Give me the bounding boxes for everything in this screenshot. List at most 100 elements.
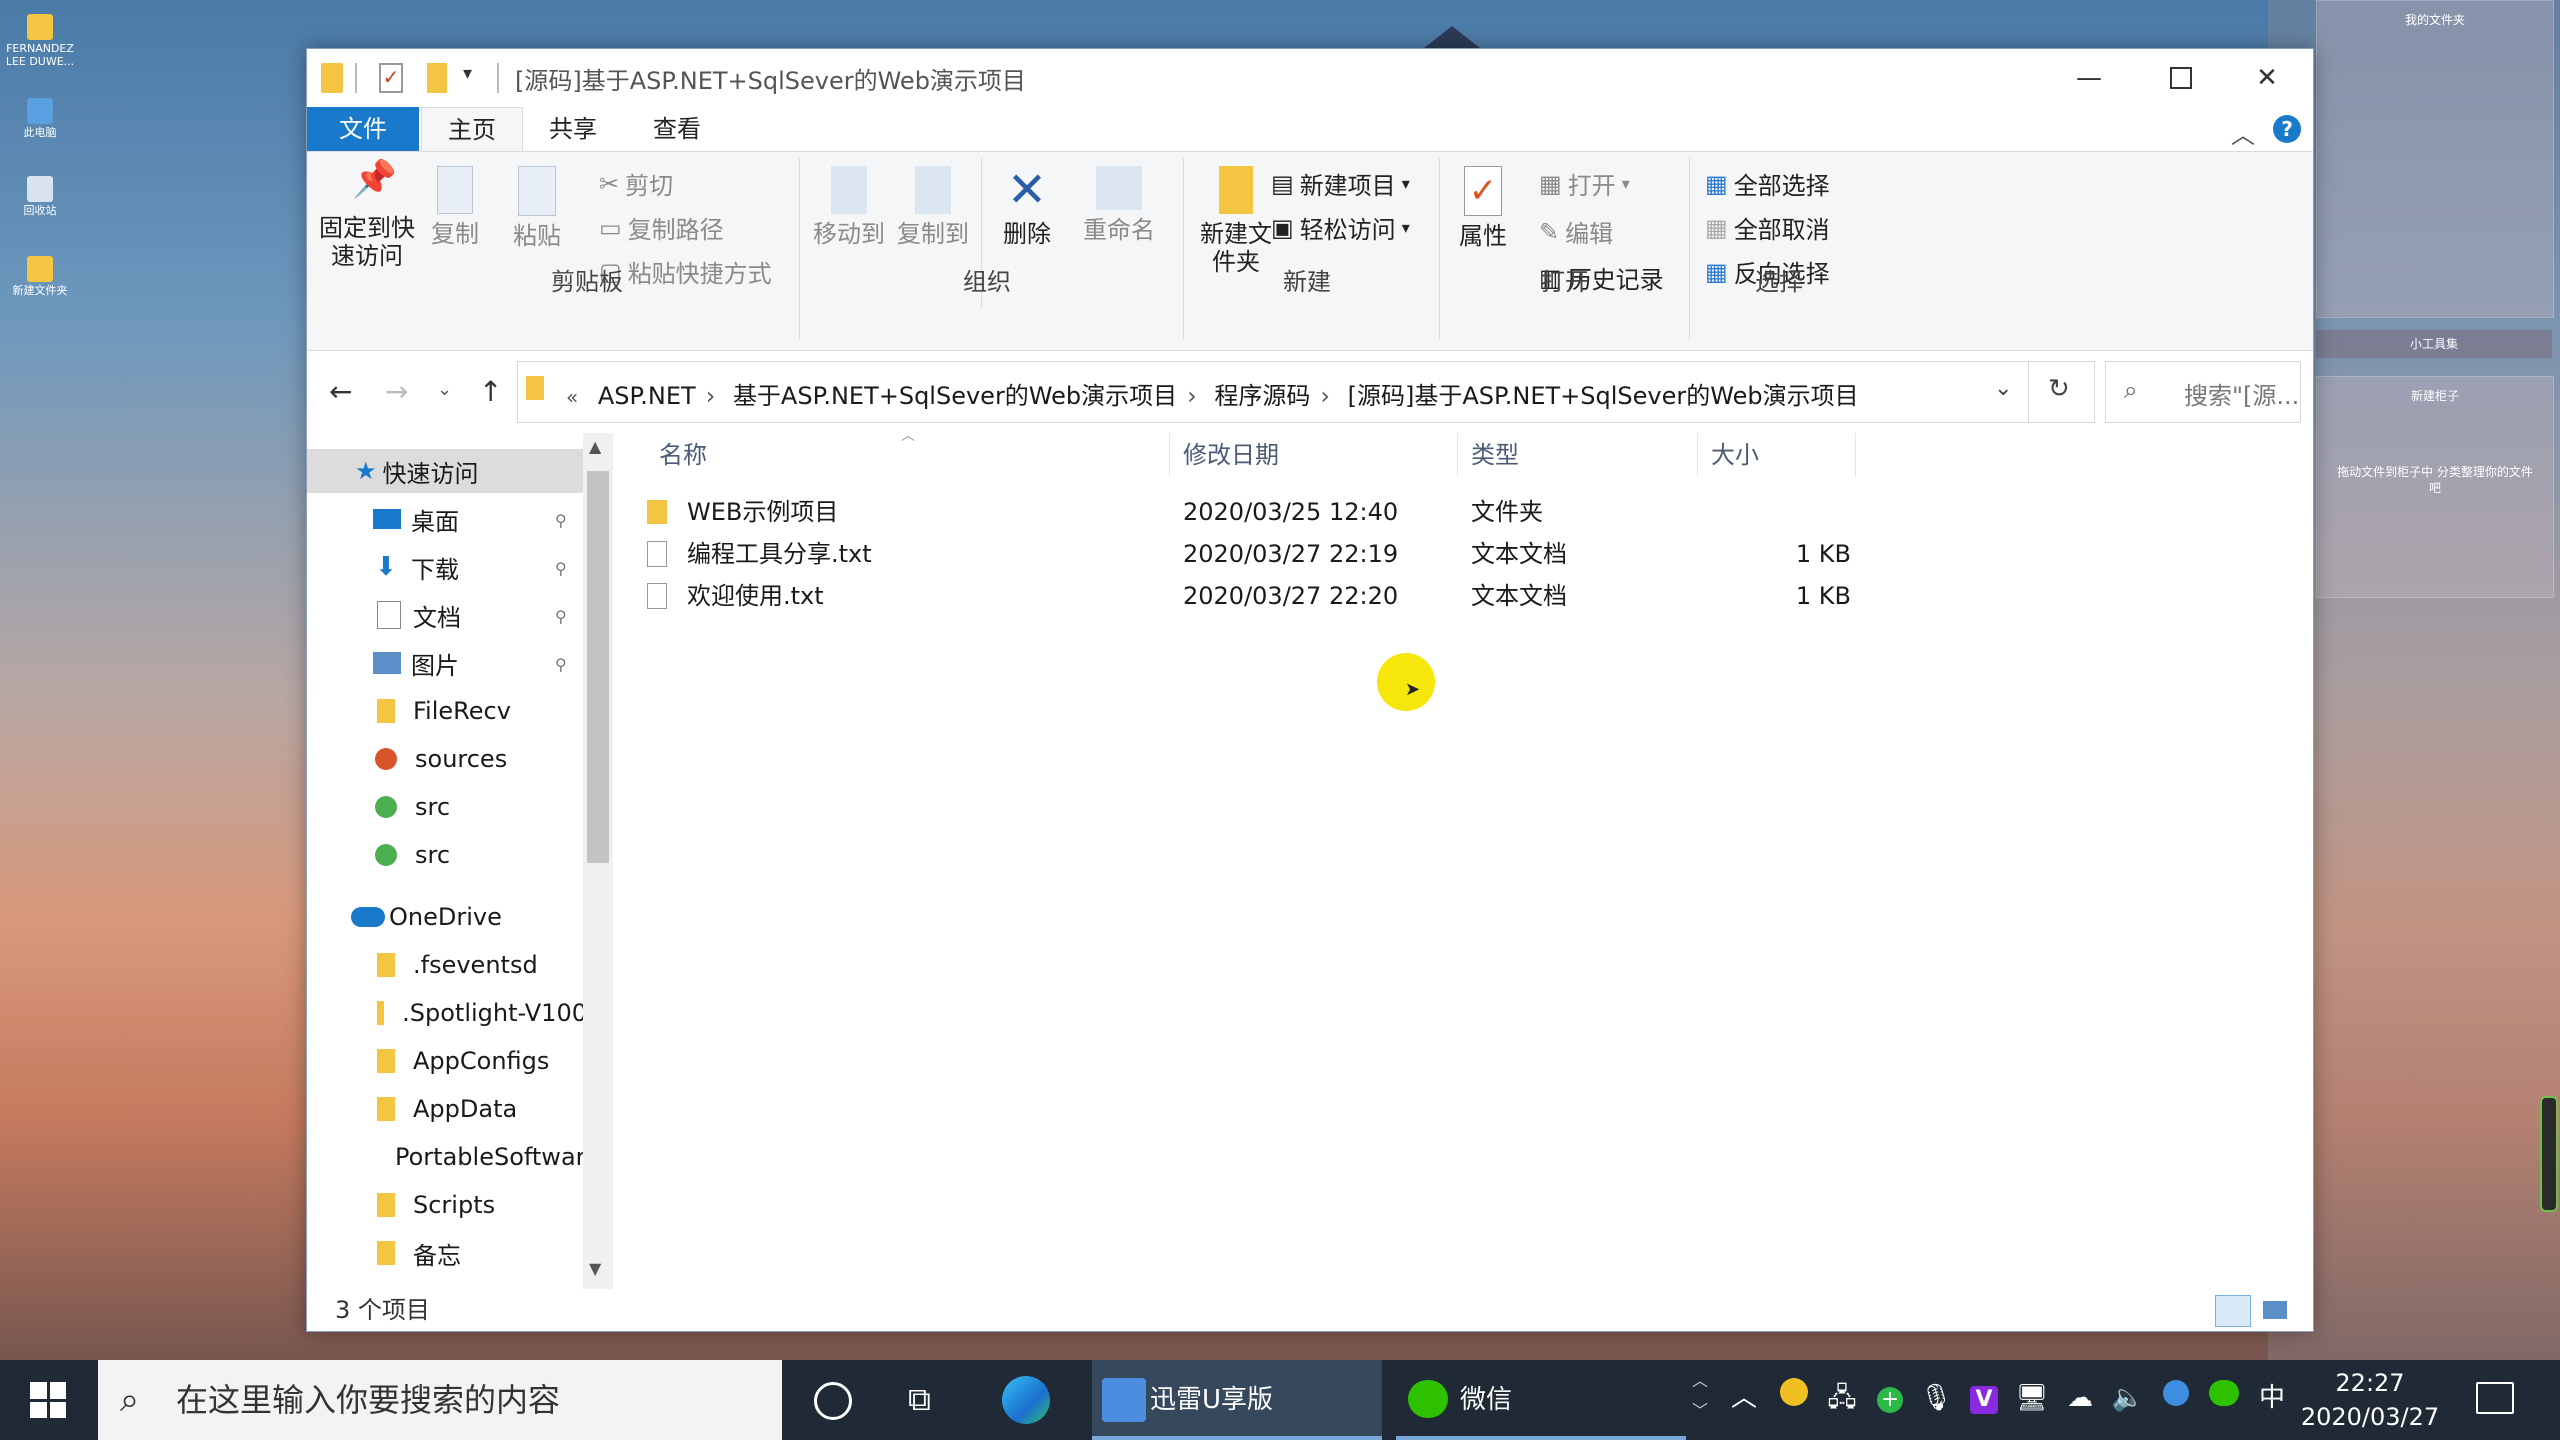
chevron-right-icon[interactable]: › — [1187, 382, 1197, 410]
tray-plus-icon[interactable]: + — [1870, 1378, 1910, 1418]
tab-home[interactable]: 主页 — [421, 107, 523, 152]
task-view-icon[interactable]: ⧉ — [908, 1380, 931, 1419]
taskbar-scroll-icon[interactable]: ︿ ﹀ — [1692, 1366, 1708, 1426]
fence-new-cabinet[interactable]: 新建柜子 拖动文件到柜子中 分类整理你的文件吧 — [2316, 376, 2554, 598]
rename-button[interactable]: 重命名 — [1077, 166, 1161, 244]
address-dropdown-icon[interactable]: ⌄ — [1994, 376, 2012, 401]
delete-button[interactable]: ✕ 删除 — [997, 166, 1057, 248]
copy-button[interactable]: 复制 — [425, 166, 485, 248]
large-icons-view-icon[interactable] — [2263, 1301, 2287, 1319]
desktop-icon-new-folder[interactable]: 新建文件夹 — [0, 256, 80, 297]
breadcrumb-item[interactable]: ASP.NET — [598, 382, 696, 410]
properties-button[interactable]: ✓ 属性 — [1447, 166, 1519, 250]
pin-icon[interactable]: ⚲ — [555, 655, 569, 674]
nav-item-sources[interactable]: sources — [307, 737, 587, 781]
network-icon[interactable]: 🖧 — [1822, 1378, 1862, 1418]
show-hidden-icons[interactable]: ︿ — [1724, 1378, 1764, 1418]
nav-scrollbar[interactable]: ▲ ▼ — [583, 433, 613, 1289]
onedrive-cloud-icon[interactable]: ☁ — [2060, 1378, 2100, 1418]
nav-item-fseventsd[interactable]: .fseventsd — [307, 943, 587, 987]
cortana-icon[interactable] — [814, 1382, 852, 1420]
pin-to-quick-access-button[interactable]: 📌 固定到快速访问 — [317, 162, 417, 271]
pin-icon[interactable]: ⚲ — [555, 559, 569, 578]
breadcrumb-item[interactable]: [源码]基于ASP.NET+SqlSever的Web演示项目 — [1348, 382, 1859, 410]
nav-item-memo[interactable]: 备忘 — [307, 1231, 587, 1275]
nav-item-downloads[interactable]: ⬇ 下载 ⚲ — [307, 545, 587, 589]
nav-item-src[interactable]: src — [307, 785, 587, 829]
back-button[interactable]: ← — [329, 375, 352, 408]
copy-path-button[interactable]: ▭ 复制路径 — [599, 210, 724, 245]
file-row[interactable]: WEB示例项目 2020/03/25 12:40 文件夹 — [647, 491, 2167, 533]
nav-onedrive[interactable]: OneDrive — [307, 895, 587, 939]
fence-my-folder[interactable]: 我的文件夹 — [2316, 0, 2554, 318]
nav-scrollbar-thumb[interactable] — [587, 471, 609, 863]
nav-item-pictures[interactable]: 图片 ⚲ — [307, 641, 587, 685]
breadcrumb-overflow[interactable]: « — [566, 385, 578, 409]
column-name-header[interactable]: 名称 — [659, 433, 707, 477]
column-modified-header[interactable]: 修改日期 — [1183, 433, 1279, 477]
cut-button[interactable]: ✂ 剪切 — [599, 166, 673, 201]
close-button[interactable]: ✕ — [2221, 49, 2313, 107]
quick-access-dropdown-icon[interactable]: ▾ — [463, 63, 483, 93]
display-icon[interactable]: 🖥 — [2012, 1378, 2052, 1418]
collapse-ribbon-icon[interactable]: ︿ — [2231, 115, 2255, 150]
microphone-icon[interactable]: 🎙 — [1916, 1378, 1956, 1418]
new-folder-quick-icon[interactable] — [427, 63, 447, 93]
select-all-button[interactable]: ▦ 全部选择 — [1705, 166, 1830, 201]
file-row[interactable]: 编程工具分享.txt 2020/03/27 22:19 文本文档 1 KB — [647, 533, 2167, 575]
copy-to-button[interactable]: 复制到 — [891, 166, 975, 248]
new-folder-button[interactable]: 新建文件夹 — [1191, 166, 1281, 276]
breadcrumb-item[interactable]: 基于ASP.NET+SqlSever的Web演示项目 — [733, 382, 1177, 410]
nav-item-portablesoftware[interactable]: PortableSoftware — [307, 1135, 587, 1179]
nav-item-src[interactable]: src — [307, 833, 587, 877]
tray-v-icon[interactable]: V — [1964, 1378, 2004, 1418]
forward-button[interactable]: → — [385, 375, 408, 408]
tab-file[interactable]: 文件 — [307, 107, 419, 151]
taskbar-search-box[interactable]: ⌕ 在这里输入你要搜索的内容 — [98, 1360, 782, 1440]
taskbar-app-xunlei[interactable]: 迅雷U享版 — [1092, 1360, 1382, 1440]
paste-button[interactable]: 粘贴 — [507, 166, 567, 250]
nav-item-appconfigs[interactable]: AppConfigs — [307, 1039, 587, 1083]
open-button[interactable]: ▦ 打开 ▾ — [1539, 166, 1630, 201]
windows-start-icon[interactable] — [30, 1382, 66, 1418]
nav-item-documents[interactable]: 文档 ⚲ — [307, 593, 587, 637]
breadcrumb-item[interactable]: 程序源码 — [1214, 382, 1310, 410]
taskbar-app-wechat[interactable]: 微信 — [1396, 1360, 1686, 1440]
title-bar[interactable]: ✓ ▾ [源码]基于ASP.NET+SqlSever的Web演示项目 — ✕ — [307, 49, 2313, 107]
nav-item-filerecv[interactable]: FileRecv — [307, 689, 587, 733]
chevron-right-icon[interactable]: › — [1320, 382, 1330, 410]
nav-item-desktop[interactable]: 桌面 ⚲ — [307, 497, 587, 541]
tab-share[interactable]: 共享 — [523, 107, 623, 151]
fence-tools-bar[interactable]: 小工具集 — [2316, 330, 2552, 358]
select-none-button[interactable]: ▦ 全部取消 — [1705, 210, 1830, 245]
column-size-header[interactable]: 大小 — [1711, 433, 1759, 477]
chevron-right-icon[interactable]: › — [706, 382, 716, 410]
up-button[interactable]: ↑ — [479, 375, 502, 408]
nav-item-appdata[interactable]: AppData — [307, 1087, 587, 1131]
scroll-up-icon[interactable]: ▲ — [589, 437, 601, 456]
desktop-icon-recycle-bin[interactable]: 回收站 — [0, 176, 80, 217]
column-type-header[interactable]: 类型 — [1471, 433, 1519, 477]
pin-icon[interactable]: ⚲ — [555, 511, 569, 530]
notification-icon[interactable] — [2476, 1382, 2514, 1414]
properties-quick-icon[interactable]: ✓ — [379, 63, 403, 93]
wechat-tray-icon[interactable] — [2204, 1378, 2244, 1418]
nav-item-scripts[interactable]: Scripts — [307, 1183, 587, 1227]
edit-button[interactable]: ✎ 编辑 — [1539, 214, 1613, 249]
new-item-button[interactable]: ▤ 新建项目 ▾ — [1271, 166, 1410, 201]
search-box[interactable]: ⌕ 搜索"[源... — [2105, 361, 2301, 423]
maximize-button[interactable] — [2135, 49, 2227, 107]
help-icon[interactable]: ? — [2273, 115, 2301, 143]
refresh-icon[interactable]: ↻ — [2048, 374, 2070, 404]
easy-access-button[interactable]: ▣ 轻松访问 ▾ — [1271, 210, 1410, 245]
recent-locations-button[interactable]: ⌄ — [437, 379, 452, 400]
address-bar[interactable]: « ASP.NET › 基于ASP.NET+SqlSever的Web演示项目 › 程… — [517, 361, 2095, 423]
taskbar-clock[interactable]: 22:27 2020/03/27 — [2300, 1366, 2440, 1434]
nav-quick-access[interactable]: ★ 快速访问 — [307, 449, 587, 493]
tray-app-icon[interactable] — [1774, 1378, 1814, 1418]
details-view-icon[interactable] — [2215, 1295, 2251, 1327]
volume-icon[interactable]: 🔈 — [2108, 1378, 2148, 1418]
move-to-button[interactable]: 移动到 — [807, 166, 891, 248]
minimize-button[interactable]: — — [2043, 49, 2135, 107]
ime-indicator[interactable]: 中 — [2252, 1378, 2292, 1418]
